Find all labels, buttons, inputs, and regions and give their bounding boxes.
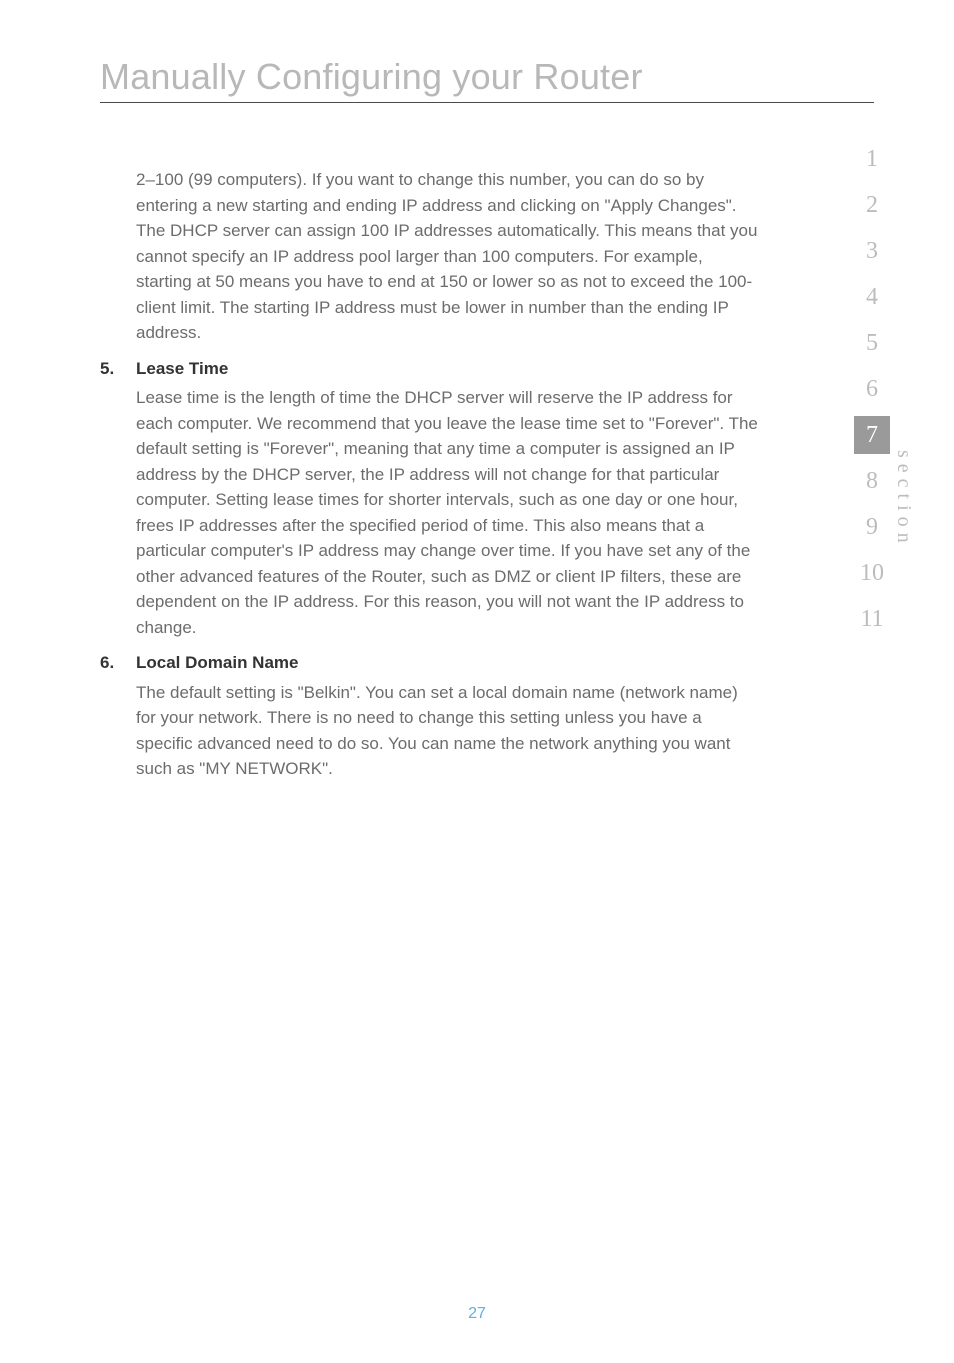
section-tab-6[interactable]: 6 <box>854 370 890 408</box>
section-label: section <box>892 450 915 549</box>
section-tab-4[interactable]: 4 <box>854 278 890 316</box>
section-5-body: Lease time is the length of time the DHC… <box>136 385 760 640</box>
section-5-number: 5. <box>100 356 136 382</box>
section-6-heading: 6. Local Domain Name <box>100 650 760 676</box>
section-tab-5[interactable]: 5 <box>854 324 890 362</box>
chapter-title: Manually Configuring your Router <box>100 56 874 98</box>
section-tab-11[interactable]: 11 <box>854 600 890 638</box>
section-tab-8[interactable]: 8 <box>854 462 890 500</box>
page-number: 27 <box>0 1305 954 1323</box>
intro-continued: 2–100 (99 computers). If you want to cha… <box>136 167 760 346</box>
section-tab-3[interactable]: 3 <box>854 232 890 270</box>
section-tab-7[interactable]: 7 <box>854 416 890 454</box>
section-tabs: 1 2 3 4 5 6 7 8 9 10 11 <box>854 140 890 638</box>
body-content: 2–100 (99 computers). If you want to cha… <box>100 167 760 782</box>
divider <box>100 102 874 103</box>
section-tab-9[interactable]: 9 <box>854 508 890 546</box>
section-5-title: Lease Time <box>136 356 228 382</box>
section-tab-10[interactable]: 10 <box>854 554 890 592</box>
section-6-number: 6. <box>100 650 136 676</box>
section-tab-2[interactable]: 2 <box>854 186 890 224</box>
section-index-sidebar: 1234567891011 section <box>854 140 908 638</box>
section-tab-1[interactable]: 1 <box>854 140 890 178</box>
section-6-body: The default setting is "Belkin". You can… <box>136 680 760 782</box>
section-6-title: Local Domain Name <box>136 650 299 676</box>
section-5-heading: 5. Lease Time <box>100 356 760 382</box>
